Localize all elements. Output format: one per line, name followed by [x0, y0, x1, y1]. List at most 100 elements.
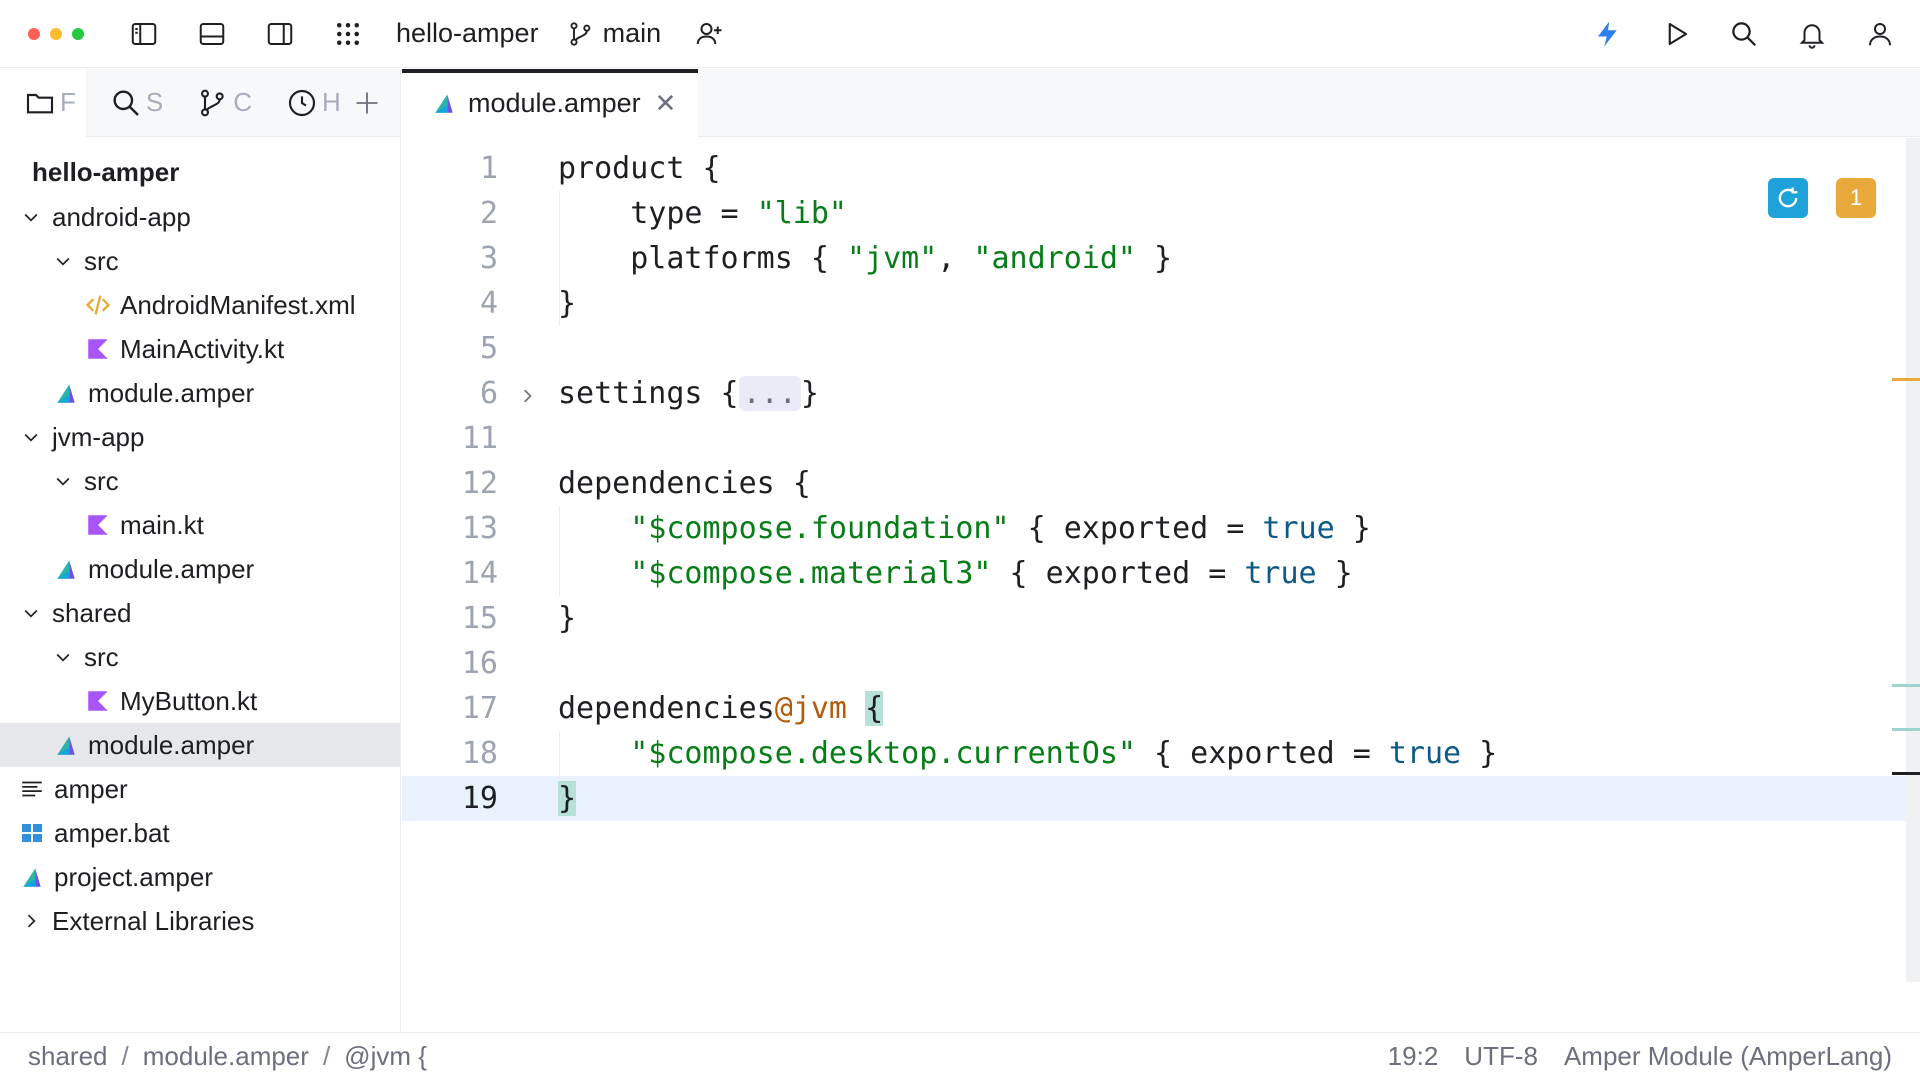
- chevron-down-icon[interactable]: [52, 250, 74, 272]
- code-line[interactable]: 15}: [402, 596, 1906, 641]
- tree-folder-src[interactable]: src: [0, 459, 400, 503]
- account-icon[interactable]: [1860, 14, 1900, 54]
- tree-file-mybutton-kt[interactable]: MyButton.kt: [0, 679, 400, 723]
- tree-folder-android-app[interactable]: android-app: [0, 195, 400, 239]
- tree-folder-src[interactable]: src: [0, 239, 400, 283]
- fold-chevron-icon[interactable]: [518, 381, 538, 405]
- code-text: }: [1316, 556, 1353, 591]
- caret-position[interactable]: 19:2: [1388, 1041, 1439, 1072]
- line-number[interactable]: 14: [402, 556, 498, 591]
- line-number[interactable]: 19: [402, 781, 498, 816]
- sidebar-right-icon[interactable]: [260, 14, 300, 54]
- code-line[interactable]: 13 "$compose.foundation" { exported = tr…: [402, 506, 1906, 551]
- tab-project[interactable]: F: [0, 68, 86, 137]
- code-line[interactable]: 2 type = "lib": [402, 191, 1906, 236]
- code-line[interactable]: 18 "$compose.desktop.currentOs" { export…: [402, 731, 1906, 776]
- code-line[interactable]: 11: [402, 416, 1906, 461]
- scrollbar-marker[interactable]: [1892, 378, 1920, 381]
- line-number[interactable]: 16: [402, 646, 498, 681]
- code-text: ,: [937, 241, 974, 276]
- code-line[interactable]: 12 dependencies {: [402, 461, 1906, 506]
- close-window-button[interactable]: [28, 27, 40, 40]
- code-line[interactable]: 16: [402, 641, 1906, 686]
- chevron-down-icon[interactable]: [20, 206, 42, 228]
- tree-file-module-amper[interactable]: module.amper: [0, 723, 400, 767]
- code-line[interactable]: 17 dependencies@jvm {: [402, 686, 1906, 731]
- bell-icon[interactable]: [1792, 14, 1832, 54]
- tree-folder-shared[interactable]: shared: [0, 591, 400, 635]
- tab-commit[interactable]: C: [173, 69, 262, 137]
- breadcrumb-item[interactable]: module.amper: [143, 1041, 309, 1072]
- chevron-right-icon[interactable]: [20, 910, 42, 932]
- line-number[interactable]: 17: [402, 691, 498, 726]
- clock-icon: [288, 89, 316, 116]
- amper-file-icon: [52, 379, 80, 407]
- add-tab-icon[interactable]: [351, 85, 384, 121]
- tree-root[interactable]: hello-amper: [0, 149, 400, 195]
- file-type[interactable]: Amper Module (AmperLang): [1564, 1041, 1892, 1072]
- tree-file-mainactivity-kt[interactable]: MainActivity.kt: [0, 327, 400, 371]
- tab-search[interactable]: S: [86, 69, 173, 137]
- tree-file-main-kt[interactable]: main.kt: [0, 503, 400, 547]
- tree-folder-external-libraries[interactable]: External Libraries: [0, 899, 400, 943]
- lightning-icon[interactable]: [1588, 14, 1628, 54]
- bottom-panel-icon[interactable]: [192, 14, 232, 54]
- breadcrumb-separator: /: [121, 1041, 129, 1071]
- editor-tab-module-amper[interactable]: module.amper ✕: [402, 69, 698, 137]
- file-encoding[interactable]: UTF-8: [1464, 1041, 1538, 1072]
- project-name[interactable]: hello-amper: [396, 18, 539, 49]
- line-number[interactable]: 18: [402, 736, 498, 771]
- tree-file-module-amper[interactable]: module.amper: [0, 371, 400, 415]
- editor-scrollbar[interactable]: [1906, 138, 1920, 982]
- line-number[interactable]: 6: [402, 376, 498, 411]
- line-number[interactable]: 4: [402, 286, 498, 321]
- apps-grid-icon[interactable]: [328, 14, 368, 54]
- line-number[interactable]: 2: [402, 196, 498, 231]
- tree-file-amper-bat[interactable]: amper.bat: [0, 811, 400, 855]
- code-line[interactable]: 6 settings {...}: [402, 371, 1906, 416]
- tree-folder-src[interactable]: src: [0, 635, 400, 679]
- chevron-down-icon[interactable]: [20, 426, 42, 448]
- code-line[interactable]: 1 product {: [402, 146, 1906, 191]
- code-editor[interactable]: 1 product {2 type = "lib" 3 platforms { "j…: [402, 138, 1920, 1032]
- branch-selector[interactable]: main: [567, 18, 661, 49]
- scrollbar-marker[interactable]: [1892, 772, 1920, 775]
- tree-file-project-amper[interactable]: project.amper: [0, 855, 400, 899]
- minimize-window-button[interactable]: [50, 27, 62, 40]
- code-line[interactable]: 5: [402, 326, 1906, 371]
- line-number[interactable]: 1: [402, 151, 498, 186]
- tab-history[interactable]: H: [262, 69, 351, 137]
- scrollbar-marker[interactable]: [1892, 728, 1920, 731]
- line-number[interactable]: 12: [402, 466, 498, 501]
- add-user-icon[interactable]: [689, 14, 729, 54]
- reload-project-button[interactable]: [1768, 178, 1808, 218]
- warning-count-badge[interactable]: 1: [1836, 178, 1876, 218]
- breadcrumb-item[interactable]: shared: [28, 1041, 108, 1072]
- run-icon[interactable]: [1656, 14, 1696, 54]
- code-line[interactable]: 19}: [402, 776, 1906, 821]
- breadcrumb-item[interactable]: @jvm {: [344, 1041, 427, 1072]
- line-number[interactable]: 13: [402, 511, 498, 546]
- line-number[interactable]: 5: [402, 331, 498, 366]
- sidebar-left-icon[interactable]: [124, 14, 164, 54]
- scrollbar-marker[interactable]: [1892, 684, 1920, 687]
- zoom-window-button[interactable]: [72, 27, 84, 40]
- close-icon[interactable]: ✕: [655, 88, 677, 119]
- tree-folder-jvm-app[interactable]: jvm-app: [0, 415, 400, 459]
- code-line[interactable]: 3 platforms { "jvm", "android" }: [402, 236, 1906, 281]
- chevron-down-icon[interactable]: [52, 470, 74, 492]
- line-number[interactable]: 15: [402, 601, 498, 636]
- chevron-down-icon[interactable]: [20, 602, 42, 624]
- line-number[interactable]: 11: [402, 421, 498, 456]
- line-number[interactable]: 3: [402, 241, 498, 276]
- tree-file-module-amper[interactable]: module.amper: [0, 547, 400, 591]
- folded-region[interactable]: ...: [738, 376, 801, 411]
- code-line[interactable]: 4}: [402, 281, 1906, 326]
- tree-file-androidmanifest-xml[interactable]: AndroidManifest.xml: [0, 283, 400, 327]
- code-line[interactable]: 14 "$compose.material3" { exported = tru…: [402, 551, 1906, 596]
- search-icon[interactable]: [1724, 14, 1764, 54]
- tab-label: S: [145, 87, 164, 117]
- chevron-down-icon[interactable]: [52, 646, 74, 668]
- tree-file-amper[interactable]: amper: [0, 767, 400, 811]
